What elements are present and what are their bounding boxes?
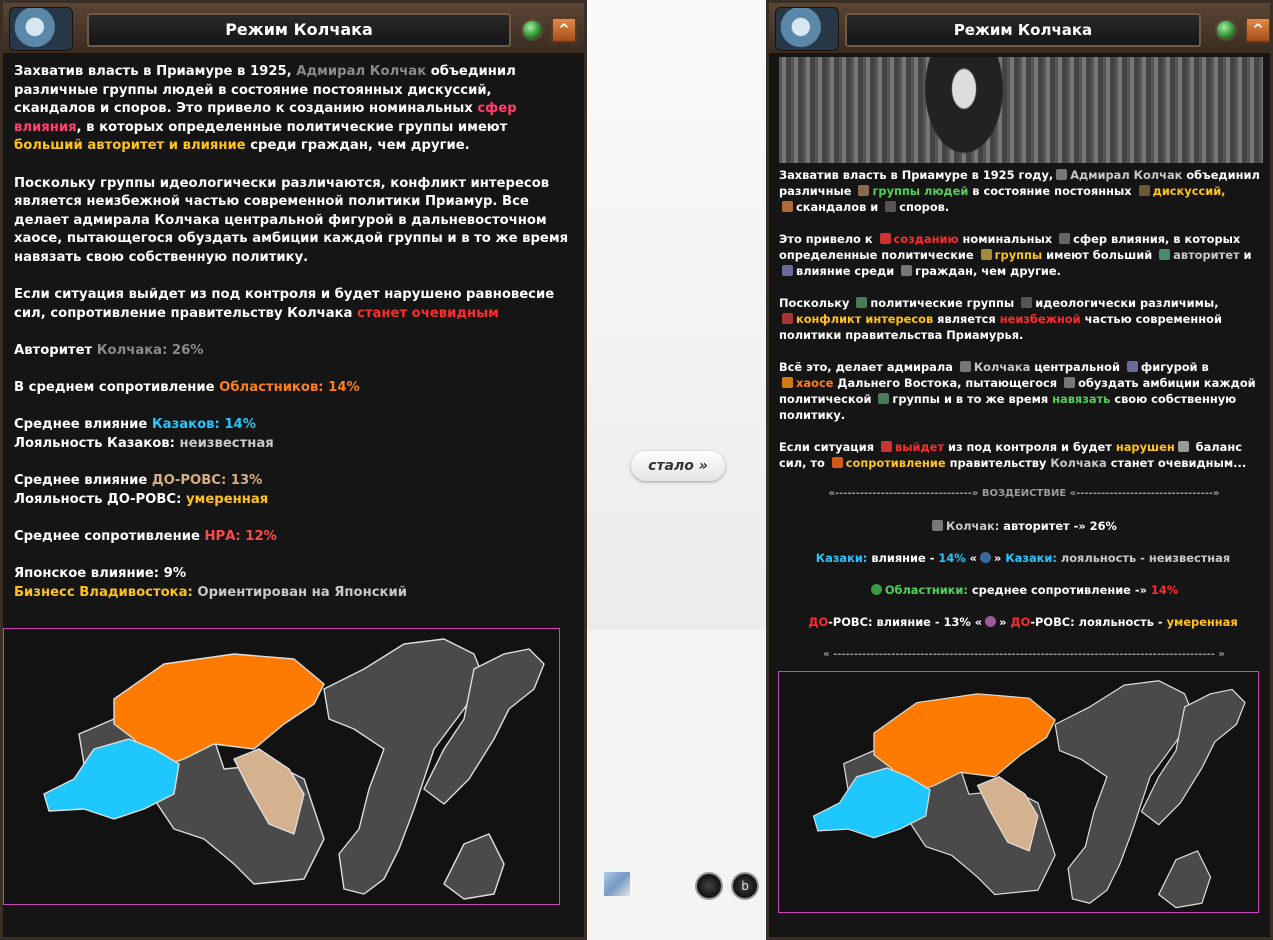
citizens-icon [901, 265, 913, 276]
steam-icon[interactable] [695, 872, 723, 900]
title-bar: Режим Колчака ^ [3, 3, 584, 55]
paragraph-3: Если ситуация выйдет из под контроля и б… [14, 287, 555, 321]
region-map [3, 628, 560, 905]
green-status-button[interactable] [1215, 19, 1237, 41]
dispute-icon [885, 201, 897, 212]
groups-icon [980, 249, 992, 260]
orb-icon [980, 552, 992, 563]
map-island [443, 833, 505, 900]
paragraph-3: Поскольку политические группы идеологиче… [779, 296, 1222, 342]
description-text: Захватив власть в Приамуре в 1925 году, А… [779, 167, 1267, 487]
scales-icon [1177, 441, 1189, 452]
map-island [1158, 850, 1212, 909]
paragraph-1: Захватив власть в Приамуре в 1925, Адмир… [14, 64, 517, 154]
description-text: Захватив власть в Приамуре в 1925, Адмир… [14, 63, 569, 621]
resistance-stat: В среднем сопротивление Областников: 14% [14, 380, 360, 396]
region-map [778, 671, 1259, 913]
people-icon [858, 185, 870, 196]
discussion-icon [1138, 185, 1150, 196]
effect-rovs: ДО-РОВС: влияние - 13% «» ДО-РОВС: лояль… [808, 615, 1238, 629]
left-panel: Режим Колчака ^ Захватив власть в Приаму… [0, 0, 587, 940]
collapse-button[interactable]: ^ [551, 17, 577, 43]
orb-icon [985, 616, 997, 627]
fire-icon [782, 377, 793, 388]
figure-icon [1126, 361, 1138, 372]
restrain-icon [1064, 377, 1076, 388]
admiral-icon [959, 361, 971, 372]
image-thumbnail-icon[interactable] [604, 872, 630, 896]
portrait-figure [919, 57, 1009, 163]
admiral-icon [1056, 169, 1068, 180]
effect-authority: Колчак: авторитет -» 26% [779, 519, 1267, 533]
group-icon [878, 393, 890, 404]
cossack-stats: Среднее влияние Казаков: 14% Лояльность К… [14, 417, 274, 451]
region-map-svg [43, 638, 545, 900]
oblastniki-icon [870, 584, 882, 595]
paragraph-1: Захватив власть в Приамуре в 1925 году, А… [779, 168, 1260, 214]
influence-icon [782, 265, 793, 276]
sphere-icon [1059, 233, 1071, 244]
collapse-button[interactable]: ^ [1245, 17, 1270, 43]
region-map-svg [812, 680, 1246, 909]
paragraph-4: Всё это, делает адмирала Колчака централ… [779, 360, 1256, 422]
authority-stat: Авторитет Колчака: 26% [14, 342, 204, 358]
title-bar: Режим Колчака ^ [769, 3, 1270, 55]
emblem-icon [775, 7, 839, 51]
effect-oblastniki: Областники: среднее сопротивление -» 14% [779, 583, 1267, 597]
npa-stat: Среднее сопротивление НРА: 12% [14, 528, 277, 544]
breakout-icon [880, 441, 892, 452]
paragraph-5: Если ситуация выйдет из под контроля и б… [779, 440, 1247, 470]
divider-area [587, 0, 766, 630]
rovs-stats: Среднее влияние ДО-РОВС: 13% Лояльность Д… [14, 473, 269, 507]
conflict-icon [782, 313, 793, 324]
political-groups-icon [856, 297, 868, 308]
green-status-button[interactable] [521, 19, 543, 41]
effect-cossacks: Казаки: влияние - 14% «» Казаки: лояльно… [815, 551, 1231, 565]
scandal-icon [782, 201, 793, 212]
paragraph-2: Это привело к созданию номинальных сфер … [779, 232, 1252, 278]
authority-icon [1159, 249, 1171, 260]
resistance-fire-icon [831, 457, 843, 468]
admiral-icon [932, 520, 944, 531]
panel-title: Режим Колчака [845, 13, 1201, 47]
bookmark-icon[interactable]: b [731, 872, 759, 900]
emblem-icon [9, 7, 73, 51]
effects-footer: « --------------------------------------… [823, 649, 1225, 660]
right-panel: Режим Колчака ^ Захватив власть в Приаму… [766, 0, 1273, 940]
kolchak-photo [779, 57, 1263, 163]
became-button[interactable]: стало » [631, 451, 725, 481]
paragraph-2: Поскольку группы идеологически различают… [14, 175, 569, 265]
japan-stats: Японское влияние: 9% Бизнесс Владивостока… [14, 566, 407, 600]
warning-icon [879, 233, 891, 244]
effects-header: «---------------------------------» ВОЗД… [828, 488, 1220, 499]
ideology-icon [1021, 297, 1033, 308]
panel-title: Режим Колчака [87, 13, 511, 47]
